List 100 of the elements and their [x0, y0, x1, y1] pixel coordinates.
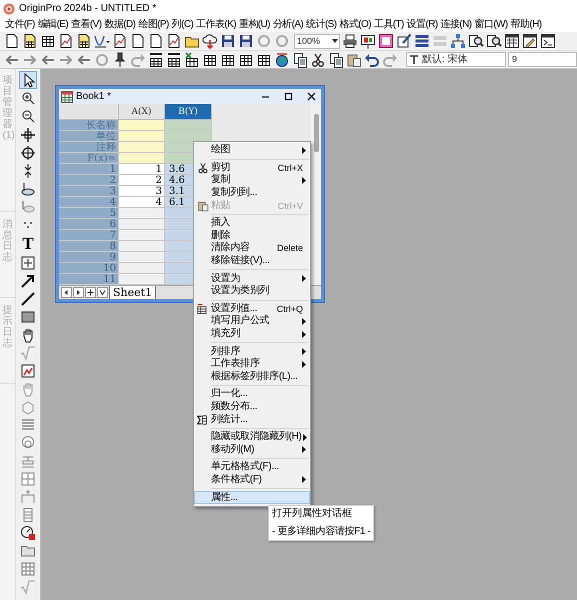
- menu-item[interactable]: 编辑(E): [38, 18, 68, 31]
- sigma-table-icon: [197, 414, 209, 426]
- edit-window-icon[interactable]: [522, 33, 538, 49]
- globe-icon[interactable]: [274, 52, 290, 68]
- menu-item[interactable]: 连接(N): [440, 18, 472, 31]
- pin-icon[interactable]: [112, 52, 128, 68]
- paste-icon: [197, 200, 209, 212]
- text-tool[interactable]: T: [22, 235, 34, 253]
- menu-item[interactable]: 数据(D): [104, 18, 136, 31]
- add-sheet-icon[interactable]: [85, 287, 96, 298]
- bracket-icon[interactable]: [20, 489, 36, 505]
- menu-item[interactable]: 填写用户公式: [194, 315, 310, 328]
- lines-icon[interactable]: [20, 417, 36, 433]
- line-icon[interactable]: [20, 291, 36, 307]
- menu-item[interactable]: 分析(A): [272, 18, 304, 31]
- grid-icon[interactable]: [20, 561, 36, 577]
- ellipse-icon[interactable]: [20, 199, 36, 215]
- gauge-icon[interactable]: [20, 525, 36, 541]
- menu-item[interactable]: 设置列值... Ctrl+Q: [194, 302, 310, 316]
- copy-icon[interactable]: [328, 52, 344, 68]
- ellipse-icon[interactable]: [20, 181, 36, 197]
- menu-item[interactable]: 帮助(H): [510, 18, 542, 31]
- zoom-dropdown[interactable]: 100%: [294, 34, 340, 48]
- menu-item[interactable]: 根据标签列排序(L)...: [194, 370, 310, 384]
- scrollbar-thumb[interactable]: [314, 114, 318, 152]
- bars-icon[interactable]: [414, 33, 430, 49]
- menu-item[interactable]: 设置为类别列: [194, 284, 310, 298]
- console-icon[interactable]: [540, 33, 556, 49]
- menu-item[interactable]: 格式(O): [340, 18, 371, 31]
- magnifier-icon[interactable]: [486, 33, 502, 49]
- brush-icon[interactable]: [396, 33, 412, 49]
- magnifier-icon[interactable]: [468, 33, 484, 49]
- printer-icon[interactable]: [342, 33, 358, 49]
- menu-item[interactable]: 填充列: [194, 328, 310, 340]
- menu-item[interactable]: 列(C): [172, 18, 194, 31]
- graph-page-icon[interactable]: [58, 33, 74, 49]
- table-cell: [165, 131, 212, 142]
- font-dropdown[interactable]: 默认: 宋体: [406, 52, 506, 67]
- zoom-out-icon[interactable]: [20, 109, 36, 125]
- graph-page-icon[interactable]: [166, 33, 182, 49]
- table-icon[interactable]: [184, 52, 200, 68]
- close-icon[interactable]: [306, 91, 317, 102]
- paste-icon[interactable]: [346, 52, 362, 68]
- folder-icon[interactable]: [20, 543, 36, 559]
- menu-item[interactable]: 工作表(K): [196, 18, 236, 31]
- menu-item[interactable]: 单元格格式(F)...: [194, 461, 310, 474]
- menu-item[interactable]: 列统计...: [194, 413, 310, 426]
- table-icon[interactable]: [148, 52, 164, 68]
- menu-item[interactable]: 删除: [194, 230, 310, 242]
- menu-item[interactable]: 重构(U): [238, 18, 270, 31]
- cloud-download-icon[interactable]: [202, 33, 218, 49]
- column-header[interactable]: B(Y): [165, 104, 212, 120]
- menu-item[interactable]: 绘图(P): [138, 18, 169, 31]
- menu-item[interactable]: 工具(T): [374, 18, 404, 31]
- menu-item[interactable]: 列排序: [194, 345, 310, 358]
- menu-item[interactable]: 条件格式(F): [194, 474, 310, 486]
- table-icon[interactable]: [166, 52, 182, 68]
- menu-item[interactable]: 归一化...: [194, 388, 310, 401]
- menu-item[interactable]: 统计(S): [306, 18, 336, 31]
- menu-item[interactable]: 窗口(W): [474, 18, 508, 31]
- table-cell: [119, 241, 165, 252]
- table-cell: [119, 219, 165, 230]
- zoom-in-icon[interactable]: [20, 91, 36, 107]
- graph-page-icon[interactable]: [112, 33, 128, 49]
- table-cell: [165, 120, 212, 131]
- dial-icon[interactable]: [20, 435, 36, 451]
- presentation-icon[interactable]: [360, 33, 376, 49]
- menu-item[interactable]: 设置(R): [406, 18, 438, 31]
- curve-icon[interactable]: [94, 33, 110, 49]
- menu-item[interactable]: 设置为: [194, 272, 310, 285]
- font-size-field[interactable]: 9: [508, 52, 577, 67]
- scissors-icon[interactable]: [310, 52, 326, 68]
- column-header[interactable]: A(X): [119, 104, 165, 120]
- maximize-icon[interactable]: [283, 91, 294, 102]
- chevron-down-icon[interactable]: [97, 287, 108, 298]
- target-icon[interactable]: [20, 145, 36, 161]
- scroll-right-icon[interactable]: [73, 287, 84, 298]
- hierarchy-icon[interactable]: [450, 33, 466, 49]
- table-icon[interactable]: [76, 33, 92, 49]
- menu-item[interactable]: 属性...: [194, 491, 310, 504]
- menu-item[interactable]: 隐藏或取消隐藏列(H): [194, 430, 310, 444]
- menu-item[interactable]: 工作表排序: [194, 358, 310, 370]
- menu-item[interactable]: 移除链接(V)...: [194, 254, 310, 268]
- sheet-tab[interactable]: Sheet1: [109, 286, 156, 299]
- graph-page-icon[interactable]: [20, 363, 36, 379]
- copy-icon[interactable]: [292, 52, 308, 68]
- scroll-left-icon[interactable]: [61, 287, 72, 298]
- menu-item[interactable]: 绘图: [194, 144, 310, 157]
- menu-item[interactable]: 移动列(M): [194, 443, 310, 456]
- frame-icon[interactable]: [20, 255, 36, 271]
- arrow-icon[interactable]: [20, 273, 36, 289]
- table-window-icon[interactable]: [504, 33, 520, 49]
- menu-item[interactable]: 清除内容 Delete: [194, 242, 310, 255]
- menu-item[interactable]: 频数分布...: [194, 400, 310, 414]
- menu-item[interactable]: 查看(V): [71, 18, 102, 31]
- menu-item[interactable]: 插入: [194, 216, 310, 230]
- crosshair-icon[interactable]: [20, 127, 36, 143]
- rectangle-icon[interactable]: [20, 309, 36, 325]
- menu-item[interactable]: 文件(F): [5, 18, 35, 31]
- table-icon[interactable]: [40, 33, 56, 49]
